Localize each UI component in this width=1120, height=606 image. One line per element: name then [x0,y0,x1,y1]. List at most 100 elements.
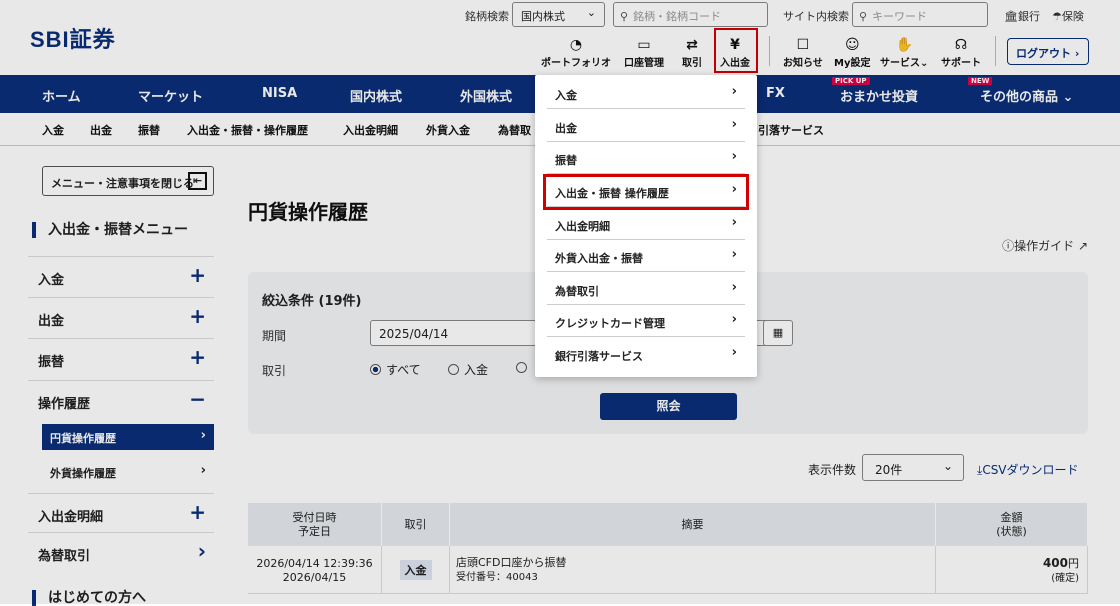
dropdown-item-transfer[interactable]: 振替 › [547,142,745,174]
chevron-right-icon: › [731,84,737,99]
header-amount: 金額 (状態) [936,503,1088,546]
radio-withdraw[interactable] [516,361,532,375]
deposit-highlight [714,28,758,73]
subnav-exchange[interactable]: 為替取 [498,122,531,138]
dropdown-item-withdraw[interactable]: 出金 › [547,110,745,142]
deposit-tag: 入金 [399,560,432,580]
my-settings-button[interactable]: ☺ My設定 [834,36,870,69]
card-icon: ▭ [637,37,651,53]
page-title: 円貨操作履歴 [248,200,368,224]
nav-home[interactable]: ホーム [42,86,81,105]
dropdown-item-statement[interactable]: 入出金明細 › [547,208,745,240]
chevron-right-icon: › [1074,47,1080,60]
plus-icon: + [189,263,206,287]
row-type: 入金 [382,546,450,594]
pie-icon: ◔ [569,37,583,53]
subnav-withdraw[interactable]: 出金 [90,122,112,138]
help-icon: ⓘ [1002,239,1015,253]
logout-button[interactable]: ログアウト › [1007,38,1089,65]
chevron-right-icon: › [200,463,206,478]
period-label: 期間 [262,329,287,343]
sidebar-item-deposit[interactable]: 入金 + [28,256,214,297]
sidebar-item-exchange[interactable]: 為替取引 › [28,532,214,573]
subnav-deposit[interactable]: 入金 [42,122,64,138]
chevron-right-icon: › [731,215,737,230]
pickup-badge: PICK UP [832,77,870,85]
radio-all[interactable]: すべて [370,361,421,378]
sidebar-item-withdraw[interactable]: 出金 + [28,297,214,338]
nav-robo-invest[interactable]: おまかせ投資 [840,86,918,105]
nav-fx[interactable]: FX [766,86,785,101]
subnav-transfer[interactable]: 振替 [138,122,160,138]
sidebar-sub-fx-history[interactable]: 外貨操作履歴 › [42,459,214,485]
market-select[interactable]: 国内株式 ⌄ [512,2,605,27]
filter-title: 絞込条件 (19件) [262,294,362,309]
sbi-logo[interactable]: SBI証券 [30,22,116,54]
sidebar-sub-yen-history[interactable]: 円貨操作履歴 › [42,424,214,450]
search-icon: ⚲ [620,10,629,23]
count-select[interactable]: 20件 ⌄ [862,454,964,481]
deposit-dropdown-menu: 入金 › 出金 › 振替 › 入出金・振替 操作履歴 › 入出金明細 › 外貨入出金・振替… [535,75,757,377]
chevron-down-icon: ⌄ [586,6,596,19]
headset-icon: ☊ [954,37,968,53]
row-summary: 店頭CFD口座から振替 受付番号：40043 [450,546,936,594]
header-datetime: 受付日時 予定日 [248,503,382,546]
subnav-fx-deposit[interactable]: 外貨入金 [426,122,470,138]
chevron-right-icon: › [731,312,737,327]
search-icon: ⚲ [859,10,868,23]
dropdown-item-fx-deposit[interactable]: 外貨入出金・振替 › [547,240,745,272]
exchange-icon: ⇄ [686,37,698,53]
calendar-icon[interactable]: ▦ [763,320,793,346]
sidebar-item-history[interactable]: 操作履歴 − [28,380,214,421]
chevron-right-icon: › [731,345,737,360]
bank-link[interactable]: 🏛銀行 [1004,8,1040,24]
divider [995,36,996,66]
new-badge: NEW [968,77,993,85]
nav-domestic-stock[interactable]: 国内株式 [350,86,402,105]
chevron-right-icon: › [731,280,737,295]
search-input[interactable]: ⚲ 銘柄・銘柄コード [613,2,768,27]
search-button[interactable]: 照会 [600,393,737,420]
row-amount: 400円 (確定) [936,546,1088,594]
keyword-input[interactable]: ⚲ キーワード [852,2,988,27]
dropdown-item-bank-debit[interactable]: 銀行引落サービス › [547,338,745,370]
site-search-label: サイト内検索 [783,10,849,23]
sidebar-item-statement[interactable]: 入出金明細 + [28,493,214,534]
account-button[interactable]: ▭ 口座管理 [624,36,664,69]
sidebar-item-transfer[interactable]: 振替 + [28,338,214,379]
subnav-history[interactable]: 入出金・振替・操作履歴 [187,122,308,138]
nav-foreign-stock[interactable]: 外国株式 [460,86,512,105]
portfolio-button[interactable]: ◔ ポートフォリオ [541,36,611,69]
subnav-statement[interactable]: 入出金明細 [343,122,398,138]
header-trade: 取引 [382,503,450,546]
radio-icon [448,364,459,375]
dropdown-item-deposit[interactable]: 入金 › [547,77,745,109]
plus-icon: + [189,500,206,524]
chevron-right-icon: › [731,247,737,262]
support-button[interactable]: ☊ サポート [941,36,981,69]
radio-deposit[interactable]: 入金 [448,361,488,378]
plus-icon: + [189,345,206,369]
notice-button[interactable]: ☐ お知らせ [783,36,823,69]
dropdown-item-credit-card[interactable]: クレジットカード管理 › [547,305,745,337]
insurance-link[interactable]: ☂保険 [1052,8,1084,24]
service-button[interactable]: ✋ サービス⌄ [880,36,928,69]
nav-other-products[interactable]: その他の商品 ⌄ [980,86,1073,105]
nav-market[interactable]: マーケット [138,86,203,105]
header: SBI証券 銘柄検索 国内株式 ⌄ ⚲ 銘柄・銘柄コード サイト内検索 ⚲ キーワード… [0,0,1120,75]
chevron-right-icon: › [731,117,737,132]
message-icon: ☐ [796,37,810,53]
trade-label: 取引 [262,364,287,378]
subnav-debit-service[interactable]: 引落サービス [758,122,824,138]
dropdown-item-exchange[interactable]: 為替取引 › [547,273,745,305]
chevron-right-icon: › [197,539,206,563]
operation-guide-link[interactable]: ⓘ操作ガイド ↗ [1002,237,1088,254]
close-menu-button[interactable]: メニュー・注意事項を閉じる ⇤ [42,166,214,196]
count-label: 表示件数 [808,463,857,477]
csv-download-link[interactable]: ⤓CSVダウンロード [977,461,1079,478]
chevron-down-icon: ⌄ [1062,90,1074,105]
history-highlight [543,174,749,210]
trade-button[interactable]: ⇄ 取引 [682,36,702,69]
nav-nisa[interactable]: NISA [262,86,297,101]
header-summary: 摘要 [450,503,936,546]
